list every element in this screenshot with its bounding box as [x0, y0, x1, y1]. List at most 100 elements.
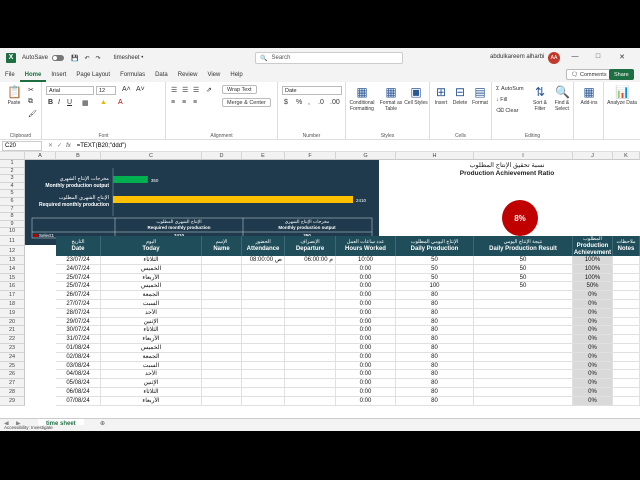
cell-dep[interactable]: [285, 273, 336, 283]
cell-day[interactable]: الأربعاء: [101, 273, 202, 283]
cell-day[interactable]: الخميس: [101, 264, 202, 274]
cancel-formula-icon[interactable]: ✕: [48, 142, 53, 149]
cell-name[interactable]: [202, 370, 242, 380]
addins-button[interactable]: ▦ Add-ins: [576, 85, 602, 106]
row-header-28[interactable]: 28: [0, 388, 25, 397]
cell-ratio[interactable]: 100%: [573, 256, 613, 265]
cell-dep[interactable]: 06:00:00 م: [285, 256, 336, 265]
insert-cells-button[interactable]: ⊞ Insert: [432, 85, 450, 106]
autosave-toggle[interactable]: [52, 55, 65, 61]
cell-result[interactable]: [474, 344, 573, 353]
cell-result[interactable]: 50: [474, 264, 573, 274]
increase-decimal-icon[interactable]: .0: [318, 99, 324, 106]
cell-dep[interactable]: [285, 264, 336, 274]
cell-daily[interactable]: 80: [396, 326, 474, 336]
number-format-select[interactable]: Date: [282, 86, 342, 95]
row-header-18[interactable]: 18: [0, 300, 25, 309]
column-header-h[interactable]: H: [396, 152, 474, 160]
cell-date[interactable]: 29/07/24: [56, 317, 101, 327]
cell-hours[interactable]: 0:00: [336, 264, 396, 274]
font-size-select[interactable]: 12: [96, 86, 116, 95]
find-select-button[interactable]: 🔍 Find & Select: [551, 85, 573, 112]
cell-day[interactable]: الإثنين: [101, 379, 202, 388]
row-header-20[interactable]: 20: [0, 317, 25, 327]
cell-daily[interactable]: 80: [396, 344, 474, 353]
table-header-today[interactable]: اليوم Today: [101, 236, 202, 256]
cell-daily[interactable]: 80: [396, 379, 474, 388]
row-header-8[interactable]: 8: [0, 213, 25, 221]
fill-color-icon[interactable]: ▲: [100, 99, 107, 106]
cell-name[interactable]: [202, 396, 242, 406]
cell-dep[interactable]: [285, 300, 336, 309]
paste-button[interactable]: 📋 Paste: [3, 85, 25, 106]
cell-dep[interactable]: [285, 370, 336, 380]
cell-day[interactable]: الجمعة: [101, 352, 202, 362]
share-button[interactable]: Share: [609, 69, 634, 80]
cell-notes[interactable]: [613, 361, 640, 371]
column-header-k[interactable]: K: [613, 152, 640, 160]
cell-notes[interactable]: [613, 335, 640, 344]
cell-date[interactable]: 03/08/24: [56, 361, 101, 371]
cell-ratio[interactable]: 0%: [573, 344, 613, 353]
cell-date[interactable]: 25/07/24: [56, 282, 101, 292]
cell-result[interactable]: 50: [474, 282, 573, 292]
row-header-19[interactable]: 19: [0, 308, 25, 318]
cell-date[interactable]: 02/08/24: [56, 352, 101, 362]
row-header-9[interactable]: 9: [0, 220, 25, 229]
row-header-3[interactable]: 3: [0, 175, 25, 183]
cell-daily[interactable]: 80: [396, 396, 474, 406]
save-icon[interactable]: 💾: [71, 55, 78, 62]
cell-day[interactable]: السبت: [101, 300, 202, 309]
cell-date[interactable]: 31/07/24: [56, 335, 101, 344]
cell-notes[interactable]: [613, 308, 640, 318]
confirm-formula-icon[interactable]: ✓: [57, 142, 62, 149]
cell-dep[interactable]: [285, 326, 336, 336]
cell-dep[interactable]: [285, 308, 336, 318]
cell-daily[interactable]: 80: [396, 388, 474, 397]
cell-result[interactable]: [474, 291, 573, 300]
cell-date[interactable]: 06/08/24: [56, 388, 101, 397]
cell-day[interactable]: الأربعاء: [101, 396, 202, 406]
table-header-production-achievement-ratio[interactable]: نسبة تحقيق الإنتاج المطلوب Production Ach…: [573, 229, 613, 263]
cell-result[interactable]: 50: [474, 273, 573, 283]
conditional-formatting-button[interactable]: ▦ Conditional Formatting: [348, 85, 376, 112]
search-box[interactable]: 🔍 Search: [255, 52, 403, 64]
column-header-a[interactable]: A: [25, 152, 56, 160]
cell-ratio[interactable]: 50%: [573, 282, 613, 292]
cell-day[interactable]: الثلاثاء: [101, 256, 202, 265]
row-header-11[interactable]: 11: [0, 236, 25, 246]
cell-ratio[interactable]: 0%: [573, 379, 613, 388]
cell-ratio[interactable]: 0%: [573, 300, 613, 309]
cell-hours[interactable]: 0:00: [336, 352, 396, 362]
row-header-10[interactable]: 10: [0, 228, 25, 236]
merge-center-button[interactable]: Merge & Center: [222, 98, 271, 107]
row-header-16[interactable]: 16: [0, 282, 25, 292]
row-header-1[interactable]: 1: [0, 160, 25, 168]
cell-ratio[interactable]: 100%: [573, 264, 613, 274]
cell-hours[interactable]: 0:00: [336, 291, 396, 300]
cell-date[interactable]: 07/08/24: [56, 396, 101, 406]
cell-hours[interactable]: 0:00: [336, 273, 396, 283]
tab-page-layout[interactable]: Page Layout: [71, 68, 115, 82]
accessibility-status[interactable]: Accessibility: Investigate: [4, 425, 53, 430]
cell-date[interactable]: 05/08/24: [56, 379, 101, 388]
cell-ratio[interactable]: 0%: [573, 291, 613, 300]
table-header-name[interactable]: الإسم Name: [202, 236, 242, 256]
undo-icon[interactable]: ↶: [85, 55, 90, 62]
cell-hours[interactable]: 0:00: [336, 308, 396, 318]
cell-att[interactable]: [242, 264, 285, 274]
fill-button[interactable]: ↓ Fill: [496, 97, 507, 103]
cell-ratio[interactable]: 0%: [573, 308, 613, 318]
column-header-d[interactable]: D: [202, 152, 242, 160]
cell-result[interactable]: [474, 335, 573, 344]
cell-name[interactable]: [202, 344, 242, 353]
tab-help[interactable]: Help: [225, 68, 247, 82]
cell-att[interactable]: [242, 388, 285, 397]
tab-formulas[interactable]: Formulas: [115, 68, 150, 82]
row-header-5[interactable]: 5: [0, 190, 25, 198]
cell-notes[interactable]: [613, 256, 640, 265]
cell-day[interactable]: الخميس: [101, 282, 202, 292]
cell-date[interactable]: 23/07/24: [56, 256, 101, 265]
cell-day[interactable]: الأربعاء: [101, 335, 202, 344]
cell-notes[interactable]: [613, 291, 640, 300]
